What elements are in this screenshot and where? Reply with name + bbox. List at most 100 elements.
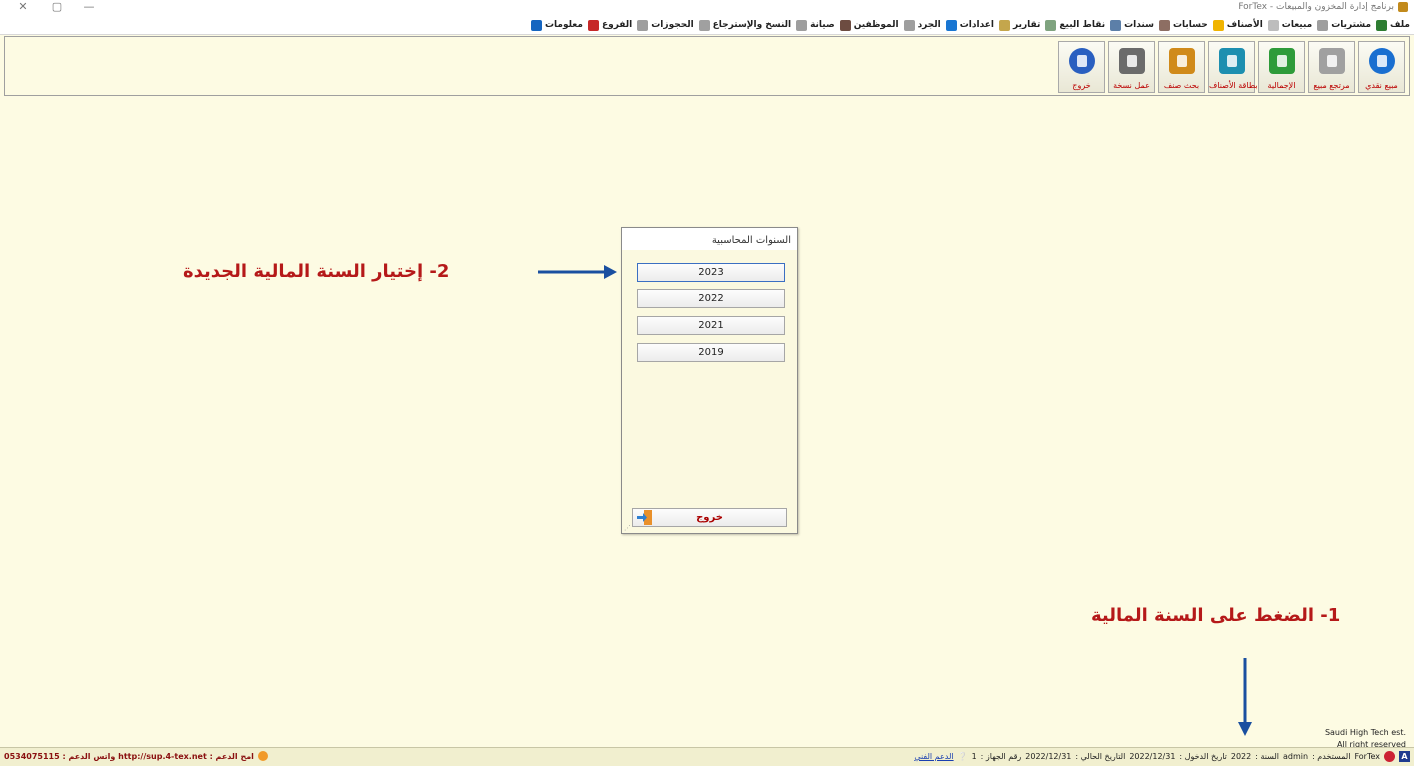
menu-item-label: ملف (1390, 20, 1410, 30)
user-label: المستخدم : (1312, 752, 1351, 761)
support-link[interactable]: الدعم الفني (914, 752, 953, 761)
menu-item-0[interactable]: ملف (1376, 19, 1410, 31)
menu-item-label: الحجوزات (651, 20, 694, 30)
menu-item-10[interactable]: الموظفين (839, 19, 899, 31)
sales-return-icon (1319, 48, 1345, 74)
toolbar-button-label: بحث صنف (1163, 81, 1200, 90)
menu-item-label: مشتريات (1331, 20, 1372, 30)
menu-item-label: النسخ والإسترجاع (712, 20, 792, 30)
toolbar-button-label: بطاقة الأصناف (1209, 81, 1258, 90)
status-left: امح الدعم : http://sup.4-tex.net واتس ال… (4, 751, 268, 761)
year-label: السنة : (1255, 752, 1279, 761)
menu-item-label: مبيعات (1281, 20, 1313, 30)
current-date-value: 2022/12/31 (1025, 752, 1072, 761)
window-title: برنامج إدارة المخزون والمبيعات - ForTex (1238, 2, 1394, 12)
cash-sale-icon (1369, 48, 1395, 74)
menu-item-label: نقاط البيع (1059, 20, 1106, 30)
hat-icon (1110, 19, 1122, 31)
question-icon: ❔ (957, 752, 968, 761)
menu-item-14[interactable]: الفروع (587, 19, 633, 31)
toolbar-button-5[interactable]: عمل نسخة (1108, 41, 1155, 93)
menu-item-label: الأصناف (1226, 20, 1263, 30)
menu-item-12[interactable]: النسخ والإسترجاع (698, 19, 792, 31)
toolbar: مبيع نقدي مرتجع مبيع الإجمالية بطاقة الأصنا… (4, 36, 1410, 96)
bag-icon (1158, 19, 1170, 31)
close-button[interactable]: ✕ (8, 0, 38, 16)
device-label: رقم الجهاز : (980, 752, 1022, 761)
help-icon[interactable] (1384, 751, 1395, 762)
menu-item-label: تقارير (1013, 20, 1041, 30)
fiscal-years-dialog: السنوات المحاسبية 2023 2022 2021 2019 خر… (621, 227, 798, 534)
login-date-value: 2022/12/31 (1129, 752, 1176, 761)
year-button-2022[interactable]: 2022 (637, 289, 785, 308)
year-button-2021[interactable]: 2021 (637, 316, 785, 335)
login-date-label: تاريخ الدخول : (1179, 752, 1227, 761)
arrow-right-icon (538, 265, 617, 279)
menu-item-label: الموظفين (853, 20, 899, 30)
menu-item-9[interactable]: الجرد (903, 19, 941, 31)
menu-item-label: حسابات (1172, 20, 1208, 30)
menu-item-5[interactable]: سندات (1110, 19, 1154, 31)
year-button-2019[interactable]: 2019 (637, 343, 785, 362)
toolbar-button-4[interactable]: بحث صنف (1158, 41, 1205, 93)
backup-icon (1119, 48, 1145, 74)
window-title-wrap: برنامج إدارة المخزون والمبيعات - ForTex (1238, 2, 1408, 12)
file-icon (1376, 19, 1388, 31)
menu-item-label: سندات (1124, 20, 1154, 30)
toolbar-button-0[interactable]: مبيع نقدي (1358, 41, 1405, 93)
folder-icon (1212, 19, 1224, 31)
gear-icon (945, 19, 957, 31)
arrow-down-icon (1238, 658, 1252, 736)
resize-grip-icon[interactable]: ⋰ (624, 524, 631, 532)
minimize-button[interactable]: — (74, 0, 104, 16)
pos-icon (1045, 19, 1057, 31)
current-date-label: التاريخ الحالي : (1075, 752, 1126, 761)
app-name: ForTex (1354, 752, 1380, 761)
menu-item-6[interactable]: نقاط البيع (1045, 19, 1106, 31)
title-bar: ✕ ▢ — برنامج إدارة المخزون والمبيعات - F… (0, 0, 1414, 16)
item-search-icon (1169, 48, 1195, 74)
menu-item-2[interactable]: مبيعات (1267, 19, 1313, 31)
menu-item-7[interactable]: تقارير (999, 19, 1041, 31)
toolbar-button-label: خروج (1072, 81, 1091, 90)
copyright-line1: Saudi High Tech est. (1324, 728, 1406, 737)
money-icon (1269, 48, 1295, 74)
toolbar-button-label: الإجمالية (1267, 81, 1296, 90)
toolbar-button-3[interactable]: بطاقة الأصناف (1208, 41, 1258, 93)
wrench-icon (796, 19, 808, 31)
menu-item-15[interactable]: معلومات (531, 19, 583, 31)
toolbar-button-label: مبيع نقدي (1365, 81, 1398, 90)
user-value: admin (1282, 752, 1309, 761)
toolbar-button-6[interactable]: خروج (1058, 41, 1105, 93)
menu-item-label: الجرد (917, 20, 941, 30)
menu-item-label: اعدادات (959, 20, 994, 30)
calendar-icon (637, 19, 649, 31)
menu-item-4[interactable]: حسابات (1158, 19, 1208, 31)
store-icon (587, 19, 599, 31)
year-value[interactable]: 2022 (1231, 752, 1251, 761)
support-info[interactable]: امح الدعم : http://sup.4-tex.net واتس ال… (4, 752, 254, 761)
dialog-title: السنوات المحاسبية (711, 235, 791, 246)
status-right: A ForTex المستخدم : admin السنة : 2022 ت… (914, 751, 1410, 762)
list-icon (903, 19, 915, 31)
year-button-2023[interactable]: 2023 (637, 263, 785, 282)
lock-icon (1069, 48, 1095, 74)
item-card-icon (1219, 48, 1245, 74)
menu-item-8[interactable]: اعدادات (945, 19, 994, 31)
menu-item-1[interactable]: مشتريات (1317, 19, 1372, 31)
dialog-exit-button[interactable]: خروج (632, 508, 787, 527)
menu-item-label: الفروع (601, 20, 633, 30)
a-badge: A (1399, 751, 1410, 762)
device-value: 1 (971, 752, 977, 761)
menu-item-11[interactable]: صيانة (796, 19, 835, 31)
toolbar-button-1[interactable]: مرتجع مبيع (1308, 41, 1355, 93)
document-icon (1267, 19, 1279, 31)
chart-icon (999, 19, 1010, 31)
menu-item-13[interactable]: الحجوزات (637, 19, 694, 31)
support-dot-icon (257, 751, 268, 761)
database-icon (698, 19, 710, 31)
restore-button[interactable]: ▢ (42, 0, 72, 16)
toolbar-button-2[interactable]: الإجمالية (1258, 41, 1305, 93)
menu-item-3[interactable]: الأصناف (1212, 19, 1263, 31)
user-icon (839, 19, 851, 31)
